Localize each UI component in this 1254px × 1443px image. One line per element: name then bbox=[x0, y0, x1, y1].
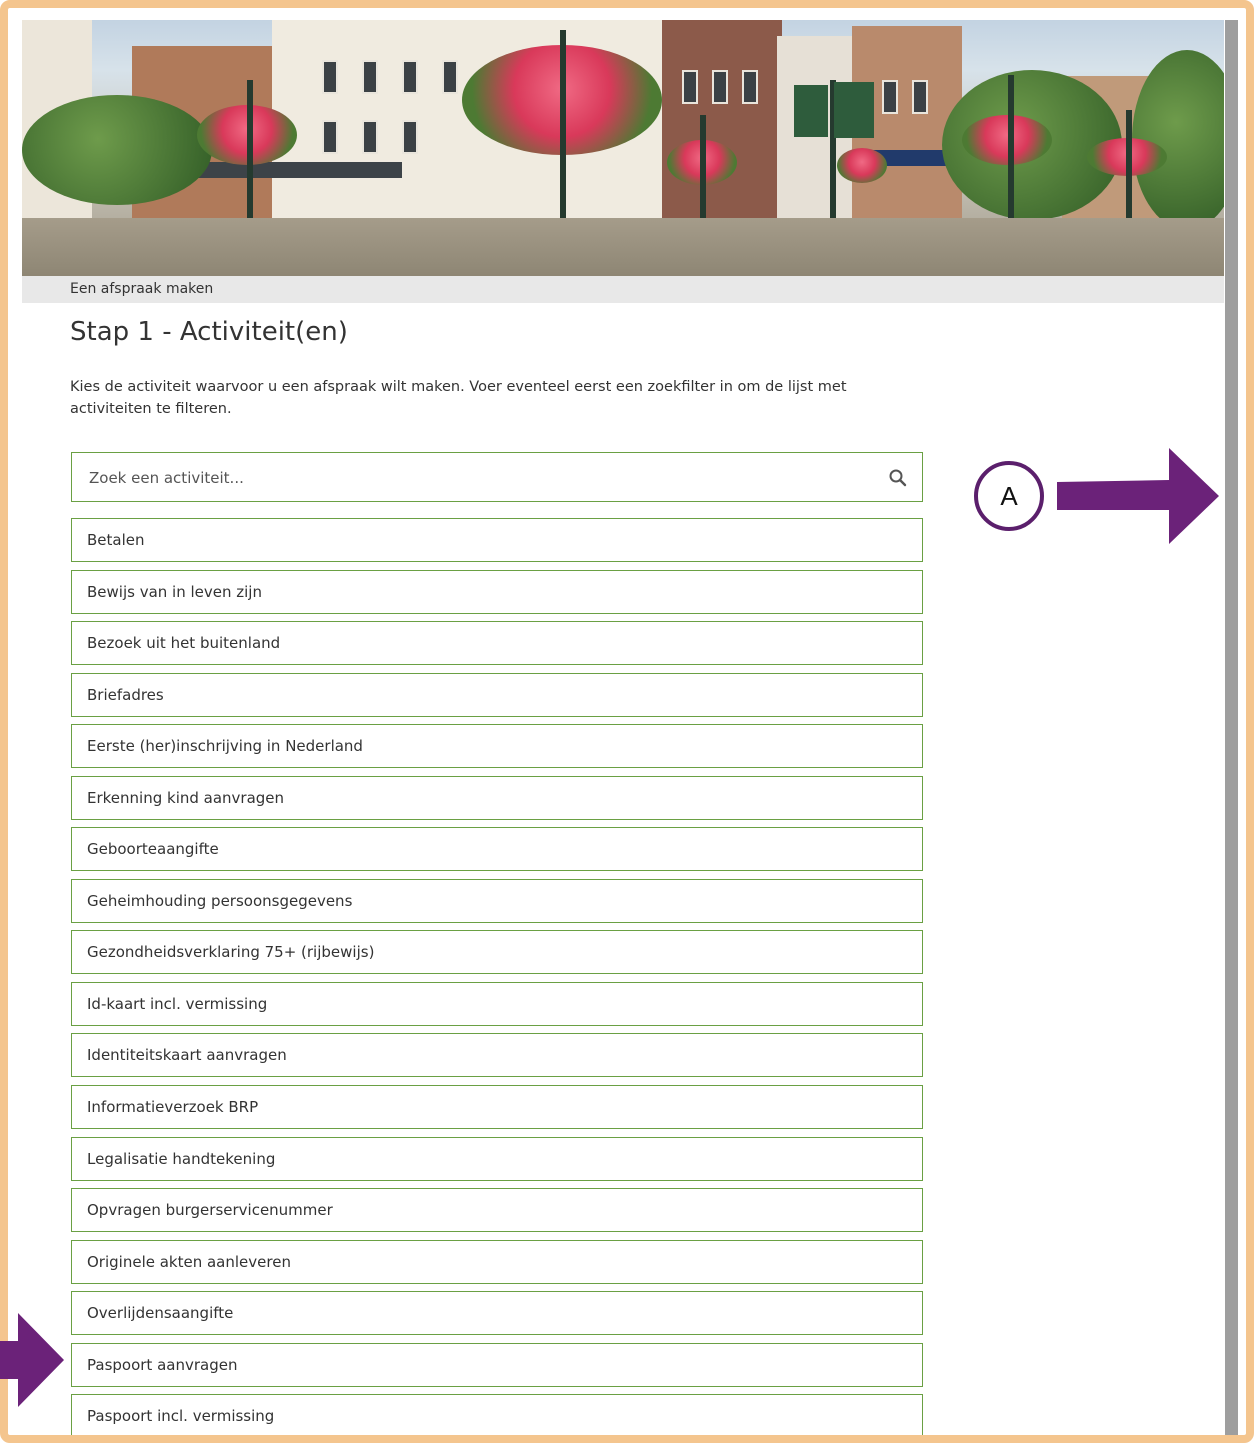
activity-item-erkenning-kind[interactable]: Erkenning kind aanvragen bbox=[71, 775, 923, 820]
activity-list: Betalen Bewijs van in leven zijn Bezoek … bbox=[71, 518, 923, 1443]
activity-item-burgerservicenummer[interactable]: Opvragen burgerservicenummer bbox=[71, 1188, 923, 1233]
breadcrumb: Een afspraak maken bbox=[70, 281, 214, 297]
activity-item-informatieverzoek-brp[interactable]: Informatieverzoek BRP bbox=[71, 1085, 923, 1130]
annotation-callout-a: A bbox=[974, 461, 1044, 531]
activity-item-originele-akten[interactable]: Originele akten aanleveren bbox=[71, 1239, 923, 1284]
arrow-right-icon bbox=[1057, 448, 1219, 544]
activity-item-overlijdensaangifte[interactable]: Overlijdensaangifte bbox=[71, 1291, 923, 1336]
activity-item-identiteitskaart[interactable]: Identiteitskaart aanvragen bbox=[71, 1033, 923, 1078]
activity-item-geheimhouding[interactable]: Geheimhouding persoonsgegevens bbox=[71, 878, 923, 923]
activity-item-gezondheidsverklaring[interactable]: Gezondheidsverklaring 75+ (rijbewijs) bbox=[71, 930, 923, 975]
activity-item-geboorteaangifte[interactable]: Geboorteaangifte bbox=[71, 827, 923, 872]
search-input[interactable] bbox=[87, 463, 871, 493]
activity-item-paspoort-vermissing[interactable]: Paspoort incl. vermissing bbox=[71, 1394, 923, 1439]
activity-item-legalisatie[interactable]: Legalisatie handtekening bbox=[71, 1136, 923, 1181]
activity-item-betalen[interactable]: Betalen bbox=[71, 518, 923, 562]
activity-item-paspoort-aanvragen[interactable]: Paspoort aanvragen bbox=[71, 1342, 923, 1387]
intro-text: Kies de activiteit waarvoor u een afspra… bbox=[70, 379, 847, 417]
breadcrumb-bar: Een afspraak maken bbox=[22, 276, 1224, 303]
appointment-page: Een afspraak maken Stap 1 - Activiteit(e… bbox=[22, 20, 1224, 1443]
page-scrollbar[interactable] bbox=[1225, 20, 1238, 1440]
activity-item-id-kaart-vermissing[interactable]: Id-kaart incl. vermissing bbox=[71, 981, 923, 1026]
arrow-right-edge-icon bbox=[0, 1313, 64, 1407]
activity-item-bezoek-buitenland[interactable]: Bezoek uit het buitenland bbox=[71, 621, 923, 666]
header-banner-photo bbox=[22, 20, 1224, 276]
activity-item-bewijs-van-in-leven[interactable]: Bewijs van in leven zijn bbox=[71, 569, 923, 614]
activity-item-briefadres[interactable]: Briefadres bbox=[71, 672, 923, 717]
activity-item-eerste-inschrijving[interactable]: Eerste (her)inschrijving in Nederland bbox=[71, 724, 923, 769]
page-title: Stap 1 - Activiteit(en) bbox=[70, 317, 348, 347]
search-icon[interactable] bbox=[888, 468, 908, 488]
search-box[interactable] bbox=[71, 452, 923, 502]
